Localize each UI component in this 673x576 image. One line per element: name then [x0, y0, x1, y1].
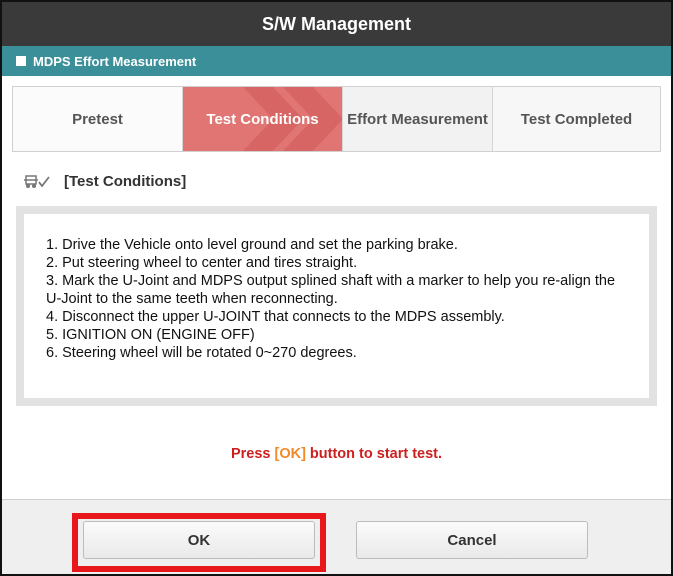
cancel-button[interactable]: Cancel — [356, 521, 588, 559]
section-header: MDPS Effort Measurement — [2, 46, 671, 76]
square-bullet-icon — [16, 56, 26, 66]
sw-management-window: S/W Management MDPS Effort Measurement P… — [0, 0, 673, 576]
instruction-line: 1. Drive the Vehicle onto level ground a… — [46, 237, 458, 253]
conditions-heading: [Test Conditions] — [64, 172, 187, 190]
section-title: MDPS Effort Measurement — [33, 53, 197, 69]
step-label: Test Completed — [520, 110, 633, 128]
instructions-panel: 1. Drive the Vehicle onto level ground a… — [16, 206, 657, 406]
window-title: S/W Management — [2, 2, 671, 46]
step-label: Effort Measurement — [347, 110, 488, 128]
dialog-footer: OK Cancel — [2, 499, 671, 574]
prompt-text-after: button to start test. — [305, 446, 443, 462]
step-pretest: Pretest — [13, 87, 183, 151]
instruction-line: 6. Steering wheel will be rotated 0~270 … — [46, 345, 357, 361]
step-label: Pretest — [72, 110, 123, 128]
instruction-line: 5. IGNITION ON (ENGINE OFF) — [46, 327, 255, 343]
instruction-line: 4. Disconnect the upper U-JOINT that con… — [46, 309, 505, 325]
step-label: Test Conditions — [206, 110, 319, 128]
instruction-line: 2. Put steering wheel to center and tire… — [46, 255, 358, 271]
prompt-ok-key: [OK] — [274, 446, 306, 462]
ok-button[interactable]: OK — [83, 521, 315, 559]
conditions-heading-row: [Test Conditions] — [24, 170, 671, 192]
step-progress-bar: Pretest Test Conditions Effort Measureme… — [12, 86, 661, 152]
instructions-box: 1. Drive the Vehicle onto level ground a… — [24, 214, 649, 398]
step-effort-measurement: Effort Measurement — [343, 87, 493, 151]
vehicle-checklist-icon — [24, 175, 50, 188]
step-test-completed: Test Completed — [493, 87, 660, 151]
start-prompt: Press [OK] button to start test. — [2, 446, 671, 462]
step-test-conditions: Test Conditions — [183, 87, 343, 151]
prompt-text-before: Press — [230, 446, 275, 462]
instruction-line: 3. Mark the U-Joint and MDPS output spli… — [46, 273, 616, 307]
